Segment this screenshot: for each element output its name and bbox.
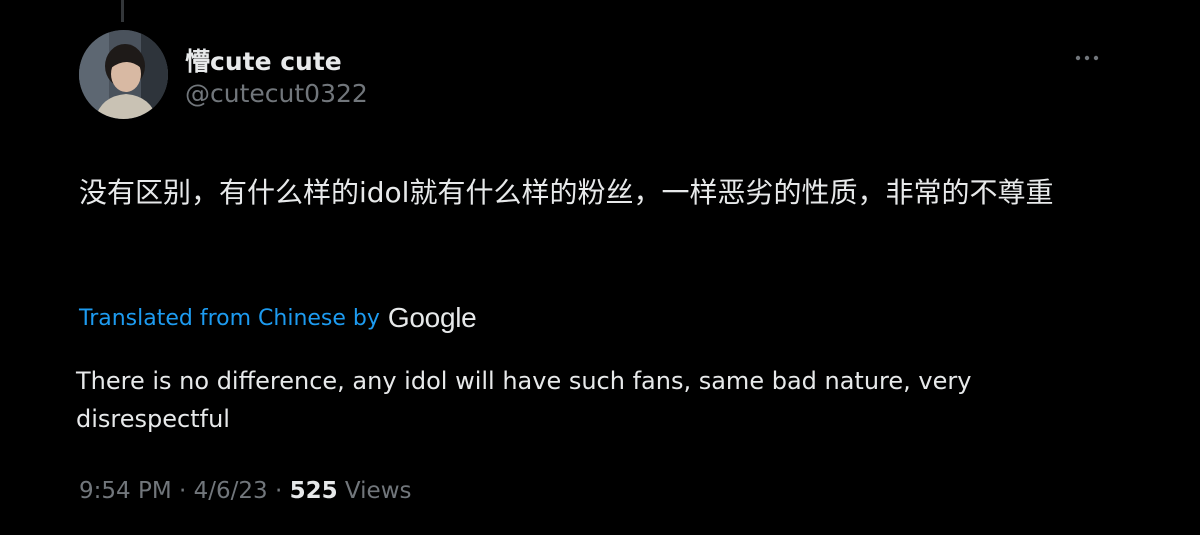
thread-connector-line xyxy=(121,0,124,22)
translated-tweet-text: There is no difference, any idol will ha… xyxy=(76,367,972,433)
views-count[interactable]: 525 xyxy=(290,478,338,504)
author-display-name[interactable]: 懵cute cute xyxy=(185,42,342,78)
translated-from-link[interactable]: Translated from Chinese by xyxy=(79,306,380,331)
google-logo: Google xyxy=(387,302,477,333)
translation-attribution: Translated from Chinese by Google xyxy=(79,300,477,336)
tweet-time[interactable]: 9:54 PM xyxy=(79,478,172,504)
more-horizontal-icon[interactable] xyxy=(1072,50,1102,64)
author-avatar[interactable] xyxy=(79,30,168,119)
avatar-photo xyxy=(79,30,168,119)
tweet-metadata: 9:54 PM · 4/6/23 · 525 Views xyxy=(79,478,411,504)
tweet-date[interactable]: 4/6/23 xyxy=(194,478,268,504)
author-handle[interactable]: @cutecut0322 xyxy=(185,79,368,108)
meta-separator: · xyxy=(171,478,194,504)
views-label[interactable]: Views xyxy=(338,478,412,504)
tweet-text: 没有区别，有什么样的idol就有什么样的粉丝，一样恶劣的性质，非常的不尊重 xyxy=(79,176,1054,209)
meta-separator: · xyxy=(267,478,290,504)
